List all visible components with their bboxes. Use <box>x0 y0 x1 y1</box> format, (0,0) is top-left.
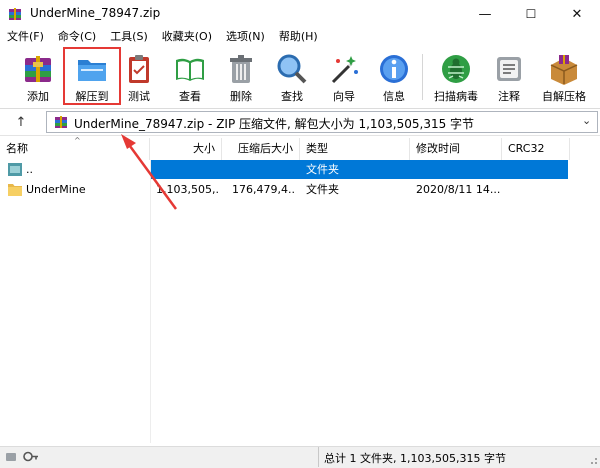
minimize-button[interactable]: — <box>462 0 508 28</box>
info-label: 信息 <box>383 90 405 103</box>
key-lock-icon[interactable] <box>5 450 39 463</box>
chevron-down-icon[interactable]: ⌄ <box>582 114 591 127</box>
row-modified: 2020/8/11 14... <box>416 183 500 196</box>
delete-label: 删除 <box>230 90 252 103</box>
menu-favorites[interactable]: 收藏夹(O) <box>155 28 219 46</box>
add-label: 添加 <box>27 90 49 103</box>
column-size[interactable]: 大小 <box>150 138 222 160</box>
comment-button[interactable]: 注释 <box>483 46 535 108</box>
row-selection <box>150 160 568 179</box>
menu-file[interactable]: 文件(F) <box>0 28 51 46</box>
winrar-app-icon[interactable] <box>8 7 22 21</box>
comment-note-icon <box>497 57 521 81</box>
bug-scan-icon <box>442 55 470 83</box>
column-crc[interactable]: CRC32 <box>502 138 570 160</box>
row-packed: 176,479,4... <box>232 183 296 196</box>
table-row-parent[interactable]: .. 文件夹 <box>0 160 570 179</box>
row-size: 1,103,505,... <box>156 183 218 196</box>
resize-grip-icon[interactable] <box>586 453 598 465</box>
add-button[interactable]: 添加 <box>12 46 64 108</box>
status-text: 总计 1 文件夹, 1,103,505,315 字节 <box>324 452 506 465</box>
maximize-button[interactable]: ☐ <box>508 0 554 28</box>
view-label: 查看 <box>179 90 201 103</box>
archive-icon <box>55 116 67 128</box>
open-book-icon <box>176 58 204 81</box>
vertical-scrollbar[interactable] <box>570 138 600 443</box>
wizard-label: 向导 <box>333 90 355 103</box>
file-list: .. 文件夹 UnderMine 1,103,505,... 176,479,4… <box>0 160 570 443</box>
clipboard-check-icon <box>129 55 149 83</box>
extract-to-highlight <box>63 47 121 105</box>
archive-path-text: UnderMine_78947.zip - ZIP 压缩文件, 解包大小为 1,… <box>74 117 475 131</box>
toolbar-separator <box>422 54 423 100</box>
column-header: 名称 大小 压缩后大小 类型 修改时间 CRC32 <box>0 138 570 161</box>
status-divider <box>318 447 319 467</box>
comment-label: 注释 <box>498 90 520 103</box>
find-label: 查找 <box>281 90 303 103</box>
column-packed[interactable]: 压缩后大小 <box>222 138 300 160</box>
wizard-button[interactable]: 向导 <box>318 46 370 108</box>
info-icon <box>380 55 408 83</box>
sort-caret-icon: ^ <box>74 136 81 145</box>
window-title: UnderMine_78947.zip <box>30 6 161 20</box>
magic-wand-icon <box>331 56 358 84</box>
find-button[interactable]: 查找 <box>266 46 318 108</box>
menu-commands[interactable]: 命令(C) <box>51 28 103 46</box>
column-modified[interactable]: 修改时间 <box>410 138 502 160</box>
menu-tools[interactable]: 工具(S) <box>103 28 155 46</box>
info-button[interactable]: 信息 <box>368 46 420 108</box>
sfx-label: 自解压格 <box>542 90 586 103</box>
view-button[interactable]: 查看 <box>164 46 216 108</box>
table-row-folder[interactable]: UnderMine 1,103,505,... 176,479,4... 文件夹… <box>0 180 570 199</box>
winrar-books-icon <box>25 56 51 82</box>
delete-button[interactable]: 删除 <box>215 46 267 108</box>
row-name: .. <box>26 163 33 176</box>
menu-options[interactable]: 选项(N) <box>219 28 272 46</box>
folder-up-icon <box>8 163 22 176</box>
row-name: UnderMine <box>26 183 86 196</box>
virus-scan-label: 扫描病毒 <box>434 90 478 103</box>
up-arrow-icon[interactable]: ↑ <box>4 113 38 131</box>
trash-bin-icon <box>230 55 252 83</box>
menu-bar: 文件(F) 命令(C) 工具(S) 收藏夹(O) 选项(N) 帮助(H) <box>0 28 600 46</box>
close-button[interactable]: ✕ <box>554 0 600 28</box>
sfx-box-icon <box>550 55 578 85</box>
sfx-button[interactable]: 自解压格 <box>536 46 592 108</box>
folder-icon <box>8 184 22 196</box>
magnifier-icon <box>277 54 307 84</box>
menu-help[interactable]: 帮助(H) <box>272 28 325 46</box>
column-type[interactable]: 类型 <box>300 138 410 160</box>
divider <box>150 160 151 443</box>
virus-scan-button[interactable]: 扫描病毒 <box>428 46 484 108</box>
status-bar <box>0 446 600 468</box>
row-type: 文件夹 <box>306 163 339 176</box>
row-type: 文件夹 <box>306 183 339 196</box>
